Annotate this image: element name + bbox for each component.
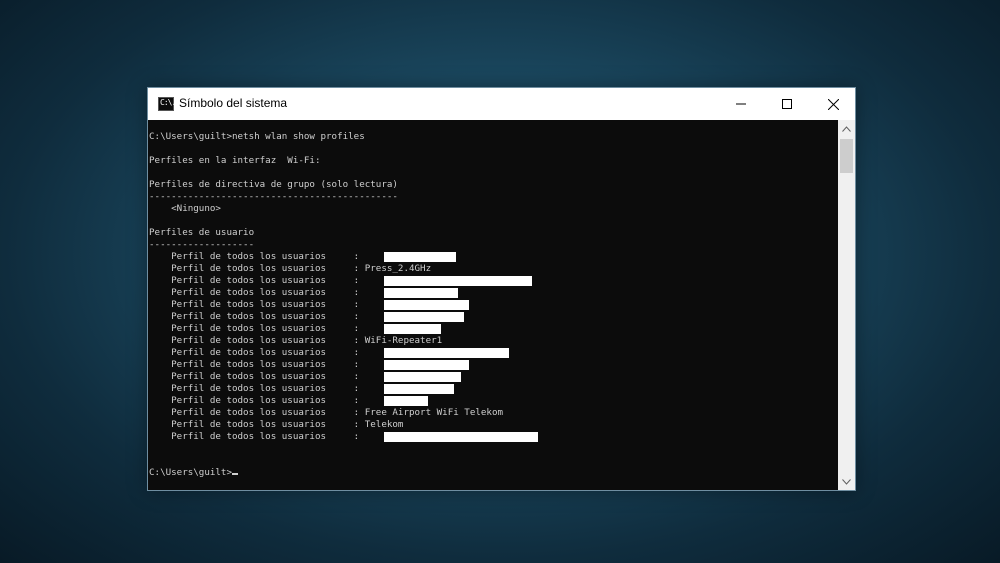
scroll-down-icon [842,478,851,485]
cmd-app-icon[interactable]: C:\. [158,97,176,111]
close-icon [827,98,839,110]
scrollbar-thumb[interactable] [840,139,853,173]
redacted-profile-name [384,252,456,262]
redacted-profile-name [384,288,458,298]
console-line: Perfiles de directiva de grupo (solo lec… [149,179,398,190]
title-bar[interactable]: C:\. Símbolo del sistema [148,88,855,120]
maximize-icon [782,99,792,109]
close-button[interactable] [810,88,856,120]
redacted-profile-name [384,324,441,334]
console-line: Perfiles en la interfaz Wi-Fi: [149,155,321,166]
redacted-profile-name [384,372,461,382]
cmd-icon-glyph: C:\. [160,98,176,107]
console-line: C:\Users\guilt>netsh wlan show profiles [149,131,365,142]
window-title: Símbolo del sistema [179,96,288,110]
console-output[interactable]: C:\Users\guilt>netsh wlan show profiles P… [148,120,838,490]
console-line: Perfil de todos los usuarios : WiFi-Repe… [149,335,443,346]
scroll-up-button[interactable] [838,120,855,137]
console-prompt: C:\Users\guilt> [149,467,232,478]
redacted-profile-name [384,360,469,370]
minimize-button[interactable] [718,88,764,120]
console-line: Perfil de todos los usuarios : [149,395,365,406]
maximize-button[interactable] [764,88,810,120]
console-line: Perfil de todos los usuarios : Free Airp… [149,407,504,418]
vertical-scrollbar[interactable] [838,120,855,490]
console-line: ----------------------------------------… [149,191,398,202]
console-line: Perfil de todos los usuarios : Telekom [149,419,404,430]
redacted-profile-name [384,348,509,358]
console-line: Perfil de todos los usuarios : [149,323,365,334]
redacted-profile-name [384,276,532,286]
redacted-profile-name [384,432,538,442]
text-cursor [231,473,238,475]
console-line: Perfiles de usuario [149,227,255,238]
scroll-up-icon [842,125,851,132]
redacted-profile-name [384,300,469,310]
console-prompt-line: C:\Users\guilt> [149,467,503,479]
redacted-profile-name [384,312,464,322]
scroll-down-button[interactable] [838,473,855,490]
console-line: Perfil de todos los usuarios : Press_2.4… [149,263,432,274]
console-line: ------------------- [149,239,255,250]
redacted-profile-name [384,384,454,394]
minimize-icon [736,103,746,105]
console-line: <Ninguno> [149,203,221,214]
command-prompt-window: C:\. Símbolo del sistema C:\Users\guilt>… [147,87,856,491]
redacted-profile-name [384,396,428,406]
